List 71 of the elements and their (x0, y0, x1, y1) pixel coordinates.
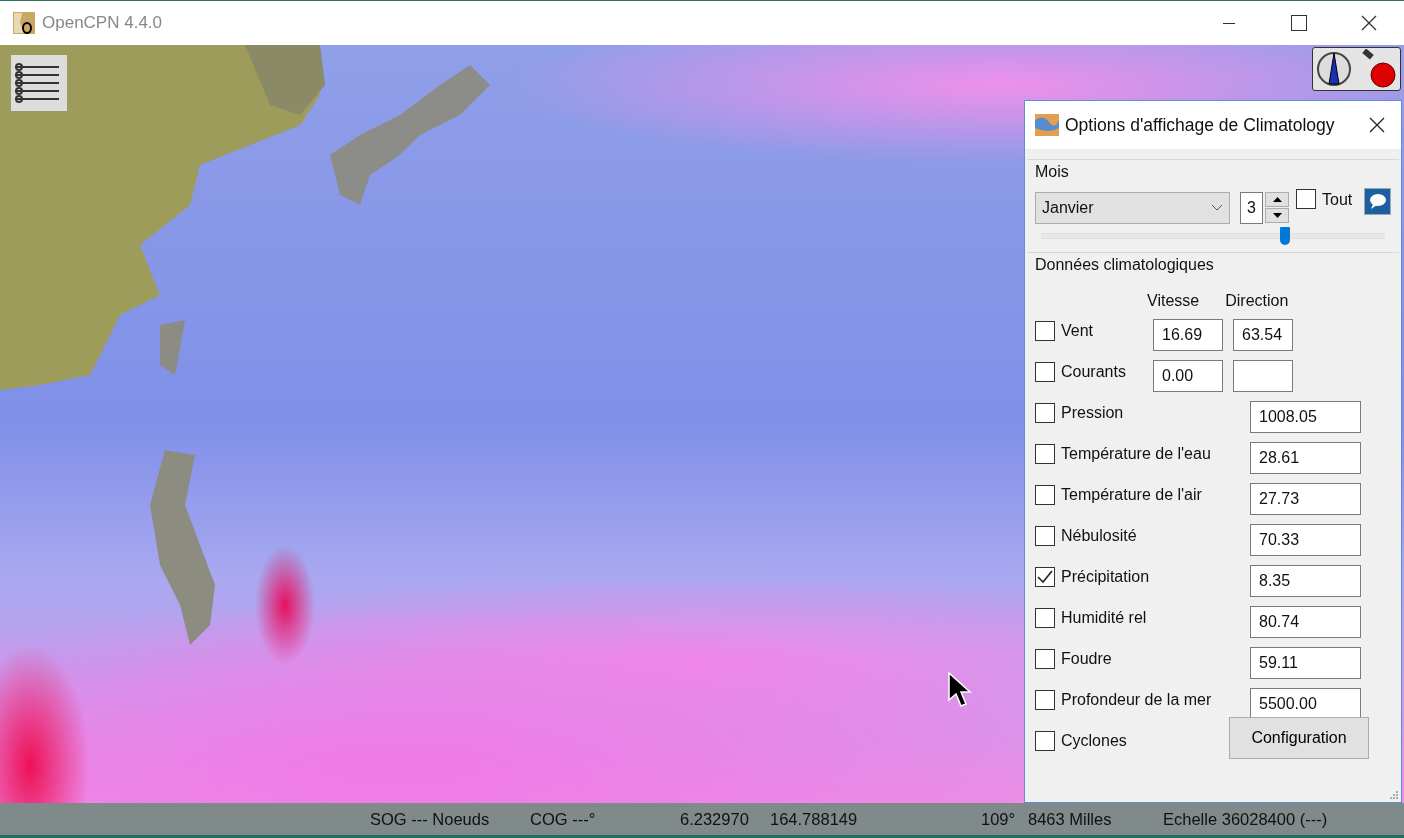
up-arrow-icon (1272, 197, 1282, 202)
speed-field[interactable]: 16.69 (1153, 319, 1223, 351)
checkbox[interactable] (1296, 189, 1316, 209)
status-text: Echelle 36028400 (---) (1163, 808, 1329, 830)
maximize-icon (1291, 15, 1307, 31)
month-dropdown[interactable]: Janvier (1035, 192, 1230, 224)
status-text: COG ---° (530, 808, 597, 830)
value-field[interactable]: 5500.00 (1250, 688, 1361, 720)
column-header: Direction (1225, 291, 1289, 311)
value-field[interactable]: 59.11 (1250, 647, 1361, 679)
compass-panel[interactable] (1312, 47, 1401, 91)
close-icon (1369, 117, 1385, 133)
spin-down-button[interactable] (1265, 208, 1289, 223)
checkbox-label: Tout (1322, 190, 1353, 210)
slider-thumb[interactable] (1280, 227, 1291, 245)
checkbox-label: Précipitation (1061, 567, 1150, 587)
compass-icon (1315, 50, 1352, 88)
value-field[interactable]: 70.33 (1250, 524, 1361, 556)
checkbox[interactable] (1035, 649, 1055, 669)
status-text: 164.788149 (770, 808, 859, 830)
window-title: OpenCPN 4.4.0 (42, 12, 162, 35)
close-icon (1361, 15, 1377, 31)
checkbox[interactable] (1035, 567, 1055, 587)
configuration-button[interactable]: Configuration (1229, 717, 1369, 759)
checkbox-label: Température de l'air (1061, 485, 1202, 505)
climatology-icon (1035, 114, 1059, 136)
app-logo-icon (12, 11, 36, 35)
checkbox-label: Humidité rel (1061, 608, 1147, 628)
caret-icon (1211, 204, 1223, 212)
checkbox-label: Vent (1061, 321, 1095, 341)
checkbox[interactable] (1035, 608, 1055, 628)
resize-grip-icon[interactable] (1390, 791, 1399, 800)
checkbox[interactable] (1035, 362, 1055, 382)
checkbox[interactable] (1035, 444, 1055, 464)
checkbox-label: Courants (1061, 362, 1127, 382)
checkbox[interactable] (1035, 731, 1055, 751)
direction-field[interactable] (1233, 360, 1293, 392)
spin-up-button[interactable] (1265, 192, 1289, 207)
speed-field[interactable]: 0.00 (1153, 360, 1223, 392)
spin-field[interactable]: 3 (1240, 192, 1263, 224)
value-field[interactable]: 27.73 (1250, 483, 1361, 515)
checkbox[interactable] (1035, 485, 1055, 505)
status-text: 6.232970 (680, 808, 750, 830)
checkbox-label: Température de l'eau (1061, 444, 1211, 464)
direction-field[interactable]: 63.54 (1233, 319, 1293, 351)
checkbox-label: Nébulosité (1061, 526, 1137, 546)
toolbar-menu-icon[interactable] (11, 55, 67, 111)
dialog-title: Options d'affichage de Climatology (1065, 113, 1335, 137)
value-field[interactable]: 1008.05 (1250, 401, 1361, 433)
section-label: Données climatologiques (1035, 255, 1214, 275)
mouse-cursor-icon (948, 672, 972, 710)
down-arrow-icon (1272, 213, 1282, 218)
checkbox[interactable] (1035, 403, 1055, 423)
column-header: Vitesse (1147, 291, 1200, 311)
status-text: 8463 Milles (1028, 808, 1113, 830)
status-text: 109° (981, 808, 1017, 830)
checkbox[interactable] (1035, 526, 1055, 546)
checkbox[interactable] (1035, 321, 1055, 341)
checkbox-label: Profondeur de la mer (1061, 690, 1212, 710)
checkbox-label: Pression (1061, 403, 1124, 423)
section-label: Mois (1035, 162, 1069, 182)
value-field[interactable]: 8.35 (1250, 565, 1361, 597)
checkbox[interactable] (1035, 690, 1055, 710)
chat-icon[interactable] (1364, 188, 1391, 215)
climate-map[interactable] (0, 45, 1404, 803)
checkbox-label: Foudre (1061, 649, 1112, 669)
value-field[interactable]: 80.74 (1250, 606, 1361, 638)
value-field[interactable]: 28.61 (1250, 442, 1361, 474)
checkbox-label: Cyclones (1061, 731, 1127, 751)
minimize-icon (1223, 22, 1235, 24)
status-text: SOG --- Noeuds (370, 808, 491, 830)
